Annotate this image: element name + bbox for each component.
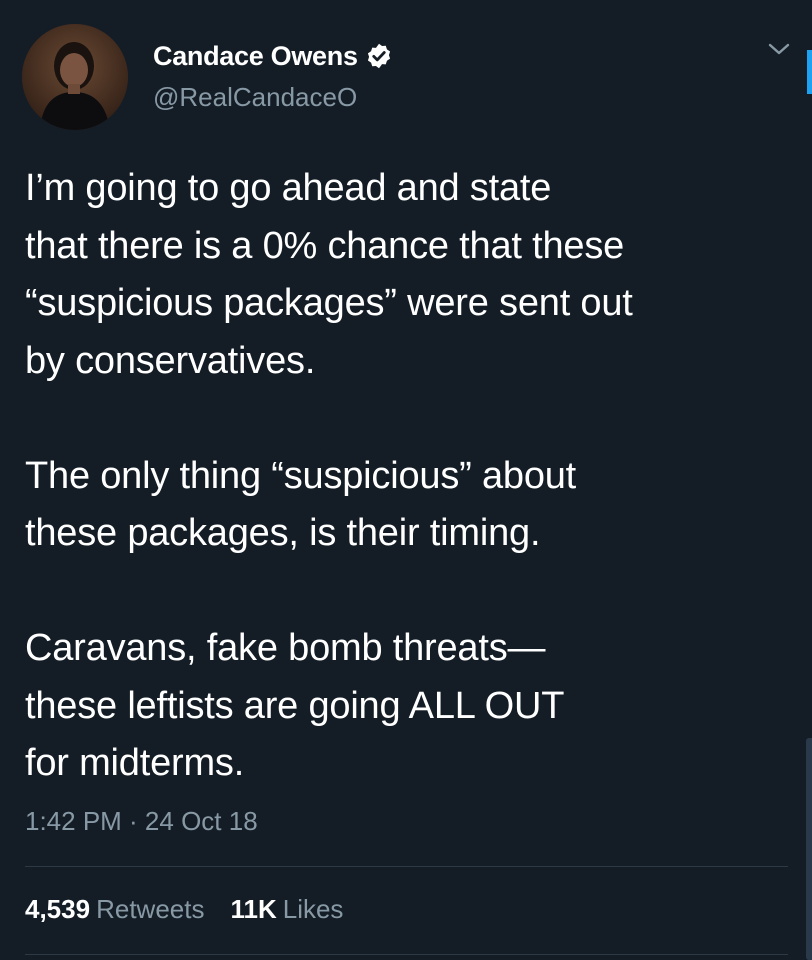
author-display-name[interactable]: Candace Owens <box>153 41 358 72</box>
tweet-timestamp[interactable]: 1:42 PM · 24 Oct 18 <box>25 806 258 837</box>
avatar-photo <box>22 24 128 130</box>
tweet-card: Candace Owens @RealCandaceO I’m going to… <box>0 0 812 960</box>
divider <box>25 866 788 867</box>
author-name-row: Candace Owens <box>153 38 393 74</box>
tweet-paragraph: The only thing “suspicious” about these … <box>25 454 577 555</box>
tweet-text: I’m going to go ahead and state that the… <box>25 160 795 793</box>
likes-stat[interactable]: 11K Likes <box>230 894 343 925</box>
retweets-count: 4,539 <box>25 894 91 924</box>
likes-label: Likes <box>282 894 344 924</box>
chevron-down-icon[interactable] <box>766 38 792 60</box>
author-handle[interactable]: @RealCandaceO <box>153 82 357 113</box>
likes-count: 11K <box>230 894 277 924</box>
verified-badge-icon <box>365 42 393 70</box>
tweet-stats: 4,539 Retweets 11K Likes <box>25 894 343 925</box>
avatar[interactable] <box>22 24 128 130</box>
tweet-paragraph: Caravans, fake bomb threats— these lefti… <box>25 627 565 784</box>
scroll-indicator <box>807 50 812 94</box>
tweet-paragraph: I’m going to go ahead and state that the… <box>25 167 633 382</box>
retweets-stat[interactable]: 4,539 Retweets <box>25 894 204 925</box>
retweets-label: Retweets <box>96 894 205 924</box>
scrollbar[interactable] <box>806 738 812 960</box>
divider <box>25 954 788 955</box>
